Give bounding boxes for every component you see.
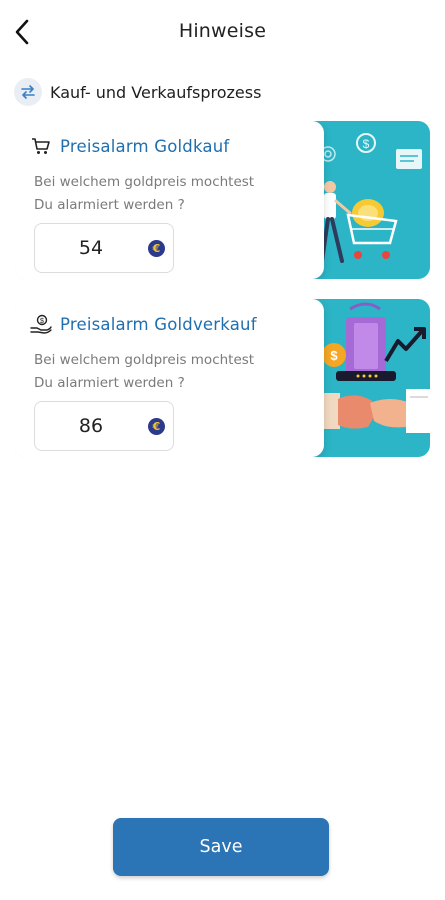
price-input[interactable]: 86 € xyxy=(34,401,174,451)
price-alert-card-sell: $ $ Preisalarm Goldverkauf Bei welchem g… xyxy=(14,299,430,457)
card-header: $ Preisalarm Goldverkauf xyxy=(30,313,257,335)
price-value: 86 xyxy=(78,415,104,437)
price-alert-card-buy: $ Preisalarm Goldkauf Bei welchem goldpr… xyxy=(14,121,430,279)
section-title: Kauf- und Verkaufsprozess xyxy=(50,82,262,102)
card-body: $ Preisalarm Goldverkauf Bei welchem gol… xyxy=(14,299,324,457)
svg-text:$: $ xyxy=(363,137,370,151)
page-title: Hinweise xyxy=(178,20,267,42)
euro-coin-icon: € xyxy=(148,240,165,257)
card-header: Preisalarm Goldkauf xyxy=(30,135,229,157)
save-button[interactable]: Save xyxy=(113,818,329,876)
swap-arrows-icon xyxy=(14,78,42,106)
section-header: Kauf- und Verkaufsprozess xyxy=(14,77,261,107)
cart-icon xyxy=(30,135,52,157)
euro-coin-icon: € xyxy=(148,418,165,435)
card-title: Preisalarm Goldverkauf xyxy=(60,314,257,334)
svg-text:$: $ xyxy=(330,348,338,363)
question-line: Du alarmiert werden ? xyxy=(34,375,185,391)
card-question: Bei welchem goldpreis mochtest Du alarmi… xyxy=(34,349,314,395)
hand-money-icon: $ xyxy=(30,313,52,335)
question-line: Bei welchem goldpreis mochtest xyxy=(34,352,255,368)
price-input[interactable]: 54 € xyxy=(34,223,174,273)
app-header: Hinweise xyxy=(0,0,445,64)
svg-text:$: $ xyxy=(40,318,44,325)
question-line: Du alarmiert werden ? xyxy=(34,197,185,213)
card-question: Bei welchem goldpreis mochtest Du alarmi… xyxy=(34,171,314,217)
question-line: Bei welchem goldpreis mochtest xyxy=(34,174,255,190)
shopping-cart-illustration: $ xyxy=(310,121,430,279)
card-body: Preisalarm Goldkauf Bei welchem goldprei… xyxy=(14,121,324,279)
price-value: 54 xyxy=(78,237,104,259)
card-title: Preisalarm Goldkauf xyxy=(60,136,230,156)
handshake-illustration: $ xyxy=(310,299,430,457)
